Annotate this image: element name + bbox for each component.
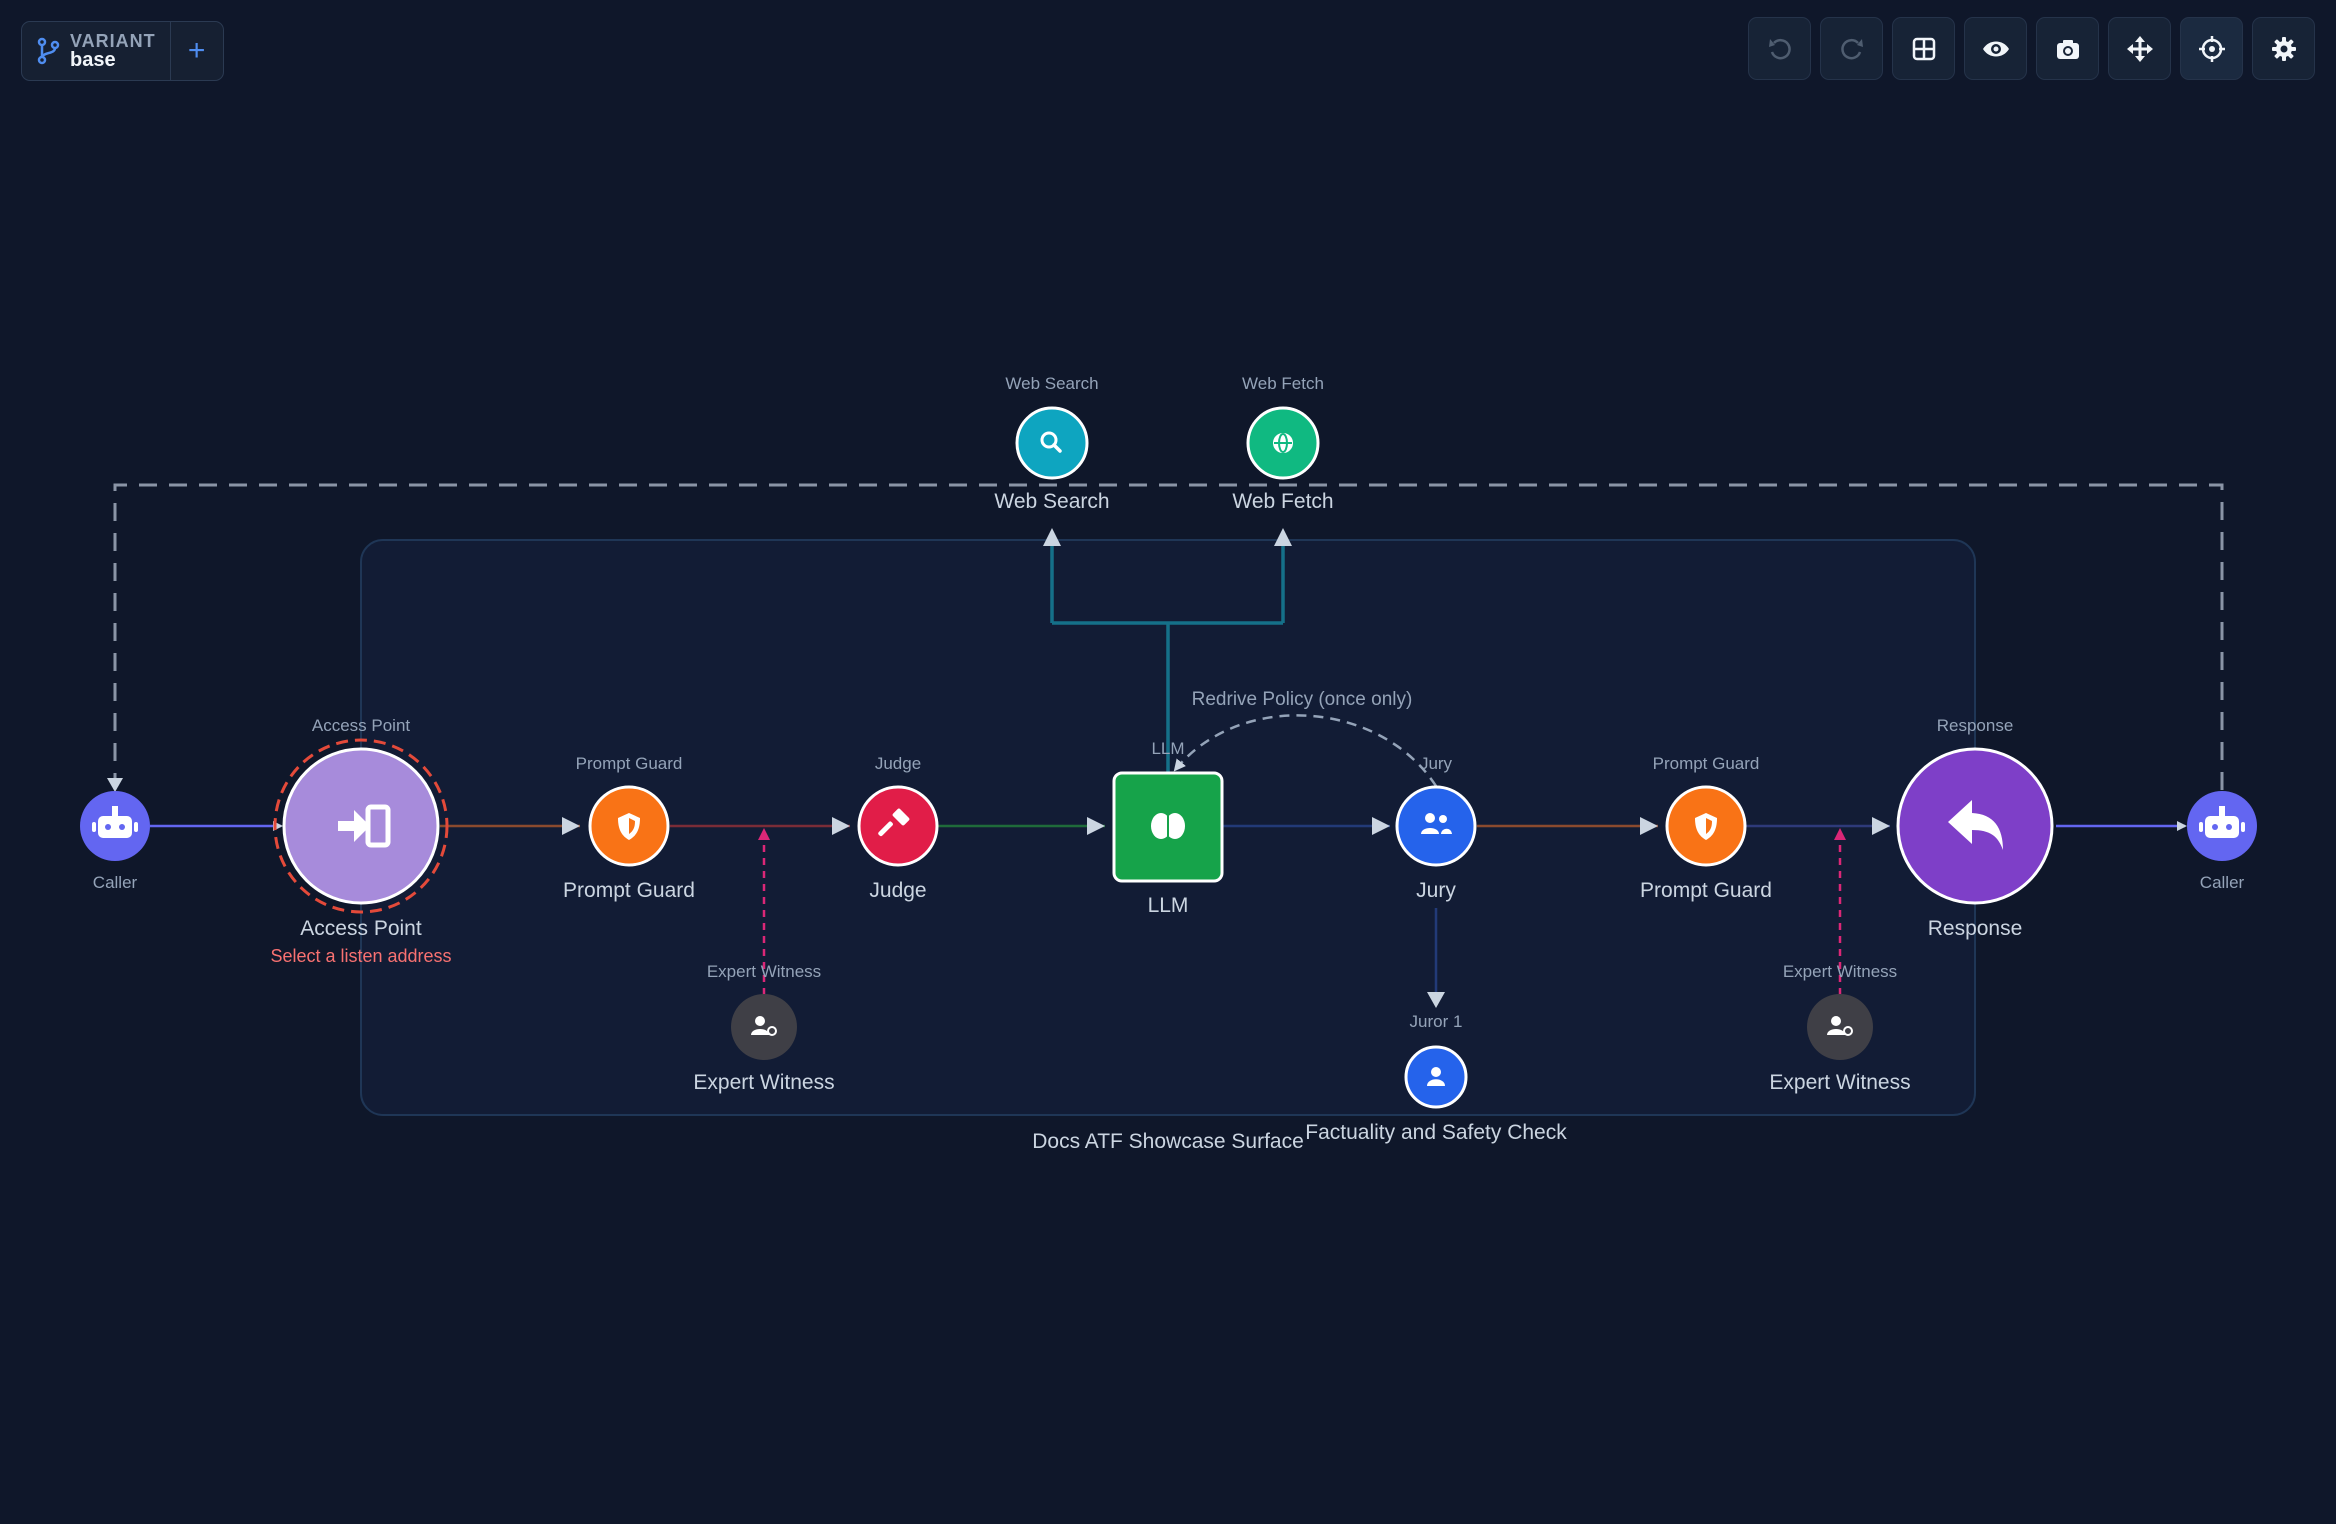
add-variant-button[interactable]: + xyxy=(171,22,223,80)
variant-switcher[interactable]: VARIANT base xyxy=(22,22,171,80)
node-top-label: Judge xyxy=(875,754,921,773)
node-label: Web Fetch xyxy=(1232,490,1333,513)
node-caller-left[interactable]: Caller xyxy=(80,791,150,892)
node-top-label: Jury xyxy=(1420,754,1453,773)
arrow-web-fetch xyxy=(1274,528,1292,546)
variant-selector[interactable]: VARIANT base + xyxy=(21,21,224,81)
node-label: Caller xyxy=(2200,873,2245,892)
node-label: Factuality and Safety Check xyxy=(1305,1121,1567,1144)
gear-icon xyxy=(2271,36,2296,61)
node-label: Expert Witness xyxy=(1769,1071,1910,1094)
node-label: Expert Witness xyxy=(693,1071,834,1094)
redo-button[interactable] xyxy=(1820,17,1883,80)
grid-button[interactable] xyxy=(1892,17,1955,80)
canvas-toolbar xyxy=(1748,17,2315,80)
variant-name: base xyxy=(70,49,116,71)
node-top-label: Prompt Guard xyxy=(576,754,683,773)
move-icon xyxy=(2126,35,2153,62)
pan-button[interactable] xyxy=(2108,17,2171,80)
node-label: Access Point xyxy=(300,917,422,940)
eye-icon xyxy=(1982,41,2009,56)
preview-button[interactable] xyxy=(1964,17,2027,80)
node-top-label: Expert Witness xyxy=(707,962,821,981)
node-label: Prompt Guard xyxy=(563,879,695,902)
node-top-label: Juror 1 xyxy=(1410,1012,1463,1031)
surface-label: Docs ATF Showcase Surface xyxy=(1032,1130,1304,1153)
globe-icon xyxy=(1273,433,1293,453)
node-label: LLM xyxy=(1148,894,1189,917)
node-warning: Select a listen address xyxy=(270,946,451,966)
node-top-label: Expert Witness xyxy=(1783,962,1897,981)
undo-button[interactable] xyxy=(1748,17,1811,80)
redrive-policy-label: Redrive Policy (once only) xyxy=(1192,689,1413,710)
node-top-label: LLM xyxy=(1151,739,1184,758)
git-branch-icon xyxy=(37,37,60,65)
redo-icon xyxy=(1840,38,1863,59)
crosshair-icon xyxy=(2198,35,2225,62)
node-label: Judge xyxy=(869,879,926,902)
node-label: Caller xyxy=(93,873,138,892)
node-web-fetch[interactable]: Web Fetch Web Fetch xyxy=(1232,374,1333,513)
arrow-web-search xyxy=(1043,528,1061,546)
node-label: Prompt Guard xyxy=(1640,879,1772,902)
node-top-label: Access Point xyxy=(312,716,411,735)
node-label: Web Search xyxy=(994,490,1109,513)
caller-loop-arrow xyxy=(107,778,123,792)
node-web-search[interactable]: Web Search Web Search xyxy=(994,374,1109,513)
node-caller-right[interactable]: Caller xyxy=(2187,791,2257,892)
node-label: Response xyxy=(1928,917,2023,940)
node-top-label: Response xyxy=(1937,716,2014,735)
screenshot-button[interactable] xyxy=(2036,17,2099,80)
brain-icon xyxy=(1151,813,1185,839)
camera-icon xyxy=(2056,39,2079,59)
node-top-label: Prompt Guard xyxy=(1653,754,1760,773)
undo-icon xyxy=(1768,38,1791,59)
settings-button[interactable] xyxy=(2252,17,2315,80)
node-label: Jury xyxy=(1416,879,1456,902)
node-top-label: Web Search xyxy=(1005,374,1098,393)
grid-icon xyxy=(1912,37,1935,60)
center-view-button[interactable] xyxy=(2180,17,2243,80)
node-top-label: Web Fetch xyxy=(1242,374,1324,393)
